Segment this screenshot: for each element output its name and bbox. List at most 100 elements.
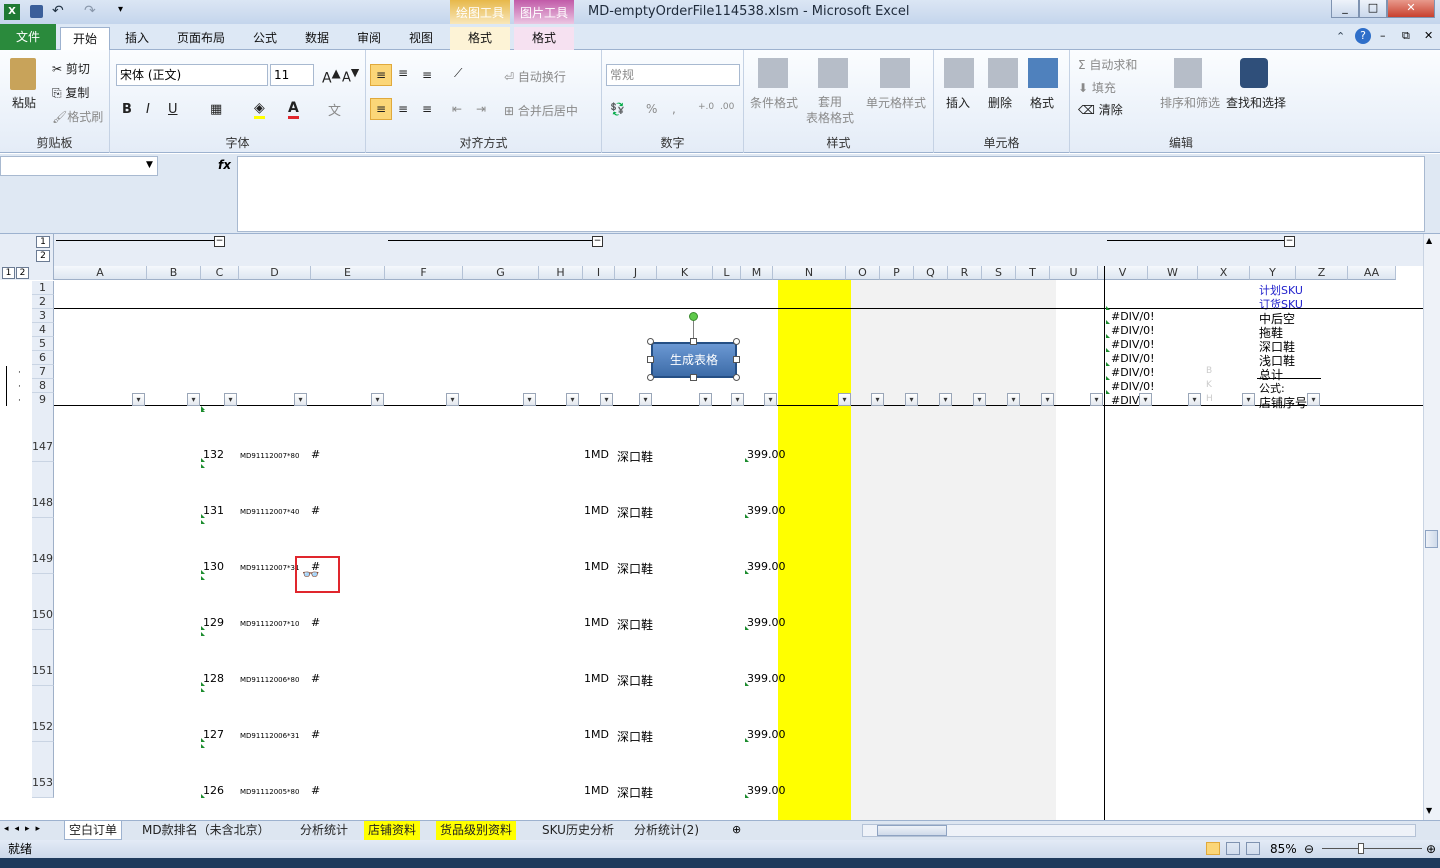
undo-icon[interactable]: ↶	[52, 3, 64, 19]
align-center-icon[interactable]: ≡	[398, 102, 408, 116]
row-header[interactable]: 153	[32, 742, 54, 798]
align-top-icon[interactable]: ≡	[370, 64, 392, 86]
column-header-h[interactable]: H	[539, 266, 583, 280]
row-outline-level-1-button[interactable]: 1	[2, 267, 15, 279]
format-painter-button[interactable]: 🖌格式刷	[52, 108, 103, 125]
price-cell[interactable]: 399.00	[747, 448, 786, 461]
row-header[interactable]: 2	[32, 295, 54, 309]
resize-handle-t[interactable]	[690, 338, 697, 345]
increase-decimal-icon[interactable]: +.0	[698, 102, 714, 112]
filter-dropdown-icon[interactable]: ▾	[939, 393, 952, 406]
currency-icon[interactable]: 💱	[610, 102, 625, 116]
order-number-cell[interactable]: 130	[203, 560, 224, 573]
scroll-down-icon[interactable]: ▼	[1426, 806, 1432, 815]
row-header[interactable]: 151	[32, 630, 54, 686]
image-placeholder-cell[interactable]: #	[311, 672, 320, 685]
collapse-group-1-button[interactable]: −	[214, 236, 225, 247]
tab-view[interactable]: 视图	[398, 27, 444, 50]
excel-logo-icon[interactable]: X	[4, 4, 20, 20]
tab-drawing-format[interactable]: 格式	[450, 27, 510, 50]
image-placeholder-cell[interactable]: #	[311, 728, 320, 741]
price-cell[interactable]: 399.00	[747, 784, 786, 797]
error-cell[interactable]: #DIV/0!	[1111, 366, 1155, 379]
category-cell[interactable]: 深口鞋	[617, 448, 653, 465]
tab-home[interactable]: 开始	[60, 27, 110, 50]
collapse-ribbon-icon[interactable]: ⌃	[1336, 30, 1345, 43]
insert-button[interactable]: 插入	[946, 94, 970, 111]
page-layout-view-icon[interactable]	[1226, 842, 1240, 855]
scroll-thumb[interactable]	[1425, 530, 1438, 548]
cell-styles-button[interactable]: 单元格样式	[866, 94, 926, 111]
format-button[interactable]: 格式	[1030, 94, 1054, 111]
filter-dropdown-icon[interactable]: ▾	[1139, 393, 1152, 406]
column-header-l[interactable]: L	[713, 266, 741, 280]
sku-code-cell[interactable]: MD91112006*31	[240, 732, 299, 740]
error-cell[interactable]: #DIV/0!	[1111, 352, 1155, 365]
column-header-d[interactable]: D	[239, 266, 311, 280]
doc-close-icon[interactable]: ✕	[1424, 29, 1433, 42]
zoom-slider-thumb[interactable]	[1358, 843, 1364, 854]
row-header[interactable]: 150	[32, 574, 54, 630]
name-box[interactable]	[0, 156, 158, 176]
phonetic-icon[interactable]: 文	[328, 100, 341, 119]
brand-cell[interactable]: 1MD	[584, 448, 609, 461]
scroll-up-icon[interactable]: ▲	[1426, 236, 1432, 245]
filter-dropdown-icon[interactable]: ▾	[905, 393, 918, 406]
border-icon[interactable]: ▦	[210, 102, 222, 117]
image-placeholder-cell[interactable]: #	[311, 784, 320, 797]
normal-view-icon[interactable]	[1206, 842, 1220, 855]
decrease-indent-icon[interactable]: ⇤	[452, 102, 462, 116]
brand-cell[interactable]: 1MD	[584, 504, 609, 517]
price-cell[interactable]: 399.00	[747, 616, 786, 629]
column-header-w[interactable]: W	[1148, 266, 1198, 280]
customize-icon[interactable]: ▾	[118, 4, 123, 15]
sheet-tab-product-level[interactable]: 货品级别资料	[436, 821, 517, 840]
merge-center-button[interactable]: ⊞ 合并后居中	[504, 102, 578, 119]
sheet-tab-analysis-2[interactable]: 分析统计(2)	[630, 821, 703, 840]
filter-dropdown-icon[interactable]: ▾	[1007, 393, 1020, 406]
column-header-y[interactable]: Y	[1250, 266, 1296, 280]
sku-code-cell[interactable]: MD91112007*10	[240, 620, 299, 628]
order-number-cell[interactable]: 129	[203, 616, 224, 629]
row-header[interactable]: 3	[32, 309, 54, 323]
underline-icon[interactable]: U	[168, 102, 178, 117]
column-header-f[interactable]: F	[385, 266, 463, 280]
percent-icon[interactable]: %	[646, 102, 657, 116]
error-cell[interactable]: #DIV/0!	[1111, 338, 1155, 351]
conditional-format-button[interactable]: 条件格式	[750, 94, 798, 111]
orientation-icon[interactable]: ⟋	[454, 66, 462, 81]
generate-table-button[interactable]: 生成表格	[651, 342, 737, 378]
column-header-o[interactable]: O	[846, 266, 880, 280]
filter-dropdown-icon[interactable]: ▾	[1307, 393, 1320, 406]
collapse-group-3-button[interactable]: −	[1284, 236, 1295, 247]
font-name-combo[interactable]: 宋体 (正文)	[116, 64, 268, 86]
sheet-tab-analysis[interactable]: 分析统计	[296, 821, 352, 840]
filter-dropdown-icon[interactable]: ▾	[600, 393, 613, 406]
resize-handle-tr[interactable]	[733, 338, 740, 345]
order-number-cell[interactable]: 126	[203, 784, 224, 797]
order-number-cell[interactable]: 128	[203, 672, 224, 685]
zoom-in-icon[interactable]: ⊕	[1426, 840, 1436, 858]
filter-dropdown-icon[interactable]: ▾	[371, 393, 384, 406]
column-header-j[interactable]: J	[615, 266, 657, 280]
column-header-q[interactable]: Q	[914, 266, 948, 280]
order-number-cell[interactable]: 131	[203, 504, 224, 517]
column-header-u[interactable]: U	[1050, 266, 1098, 280]
sheet-tab-md-rank[interactable]: MD款排名（未含北京）	[138, 821, 274, 840]
image-placeholder-cell[interactable]: #	[311, 616, 320, 629]
row-header[interactable]: 5	[32, 337, 54, 351]
row-header[interactable]: 9	[32, 393, 54, 407]
horizontal-scrollbar[interactable]	[862, 824, 1416, 837]
save-icon[interactable]	[30, 5, 43, 18]
filter-dropdown-icon[interactable]: ▾	[1242, 393, 1255, 406]
redo-icon[interactable]: ↷	[84, 3, 96, 19]
image-placeholder-cell[interactable]: #	[311, 448, 320, 461]
error-cell[interactable]: #DIV/0!	[1111, 310, 1155, 323]
row-header[interactable]: 4	[32, 323, 54, 337]
column-header-r[interactable]: R	[948, 266, 982, 280]
price-cell[interactable]: 399.00	[747, 672, 786, 685]
decrease-decimal-icon[interactable]: .00	[720, 102, 734, 112]
filter-dropdown-icon[interactable]: ▾	[731, 393, 744, 406]
filter-dropdown-icon[interactable]: ▾	[294, 393, 307, 406]
delete-button[interactable]: 删除	[988, 94, 1012, 111]
